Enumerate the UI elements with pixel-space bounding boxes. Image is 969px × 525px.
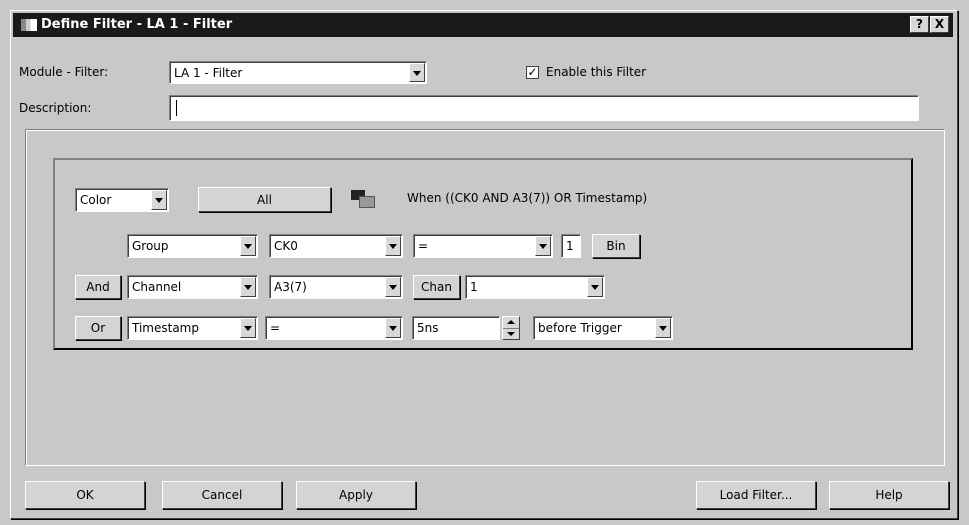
row3-relation-select[interactable]: before Trigger xyxy=(533,316,673,340)
row2-chan-label: Chan xyxy=(421,280,452,294)
module-filter-label: Module - Filter: xyxy=(19,65,109,79)
module-filter-select[interactable]: LA 1 - Filter xyxy=(169,61,427,84)
row2-chan-button[interactable]: Chan xyxy=(413,275,460,299)
row2-value: 1 xyxy=(470,280,478,294)
close-title-button[interactable]: X xyxy=(930,16,949,33)
row2-value-select[interactable]: 1 xyxy=(465,275,605,299)
chevron-down-icon[interactable] xyxy=(587,277,603,297)
text-caret xyxy=(176,100,177,116)
chevron-down-icon[interactable] xyxy=(409,63,425,82)
row3-operator-select[interactable]: = xyxy=(265,316,403,340)
chevron-down-icon[interactable] xyxy=(655,318,671,338)
description-label: Description: xyxy=(19,101,92,115)
cancel-button[interactable]: Cancel xyxy=(162,481,282,509)
row2-connector-label: And xyxy=(86,280,110,294)
chevron-down-icon[interactable] xyxy=(535,236,551,256)
mode-value: Color xyxy=(80,193,112,207)
description-input[interactable] xyxy=(169,95,919,121)
enable-filter-checkbox[interactable]: ✓ xyxy=(526,66,539,79)
row1-type-value: Group xyxy=(132,239,169,253)
spin-down-icon[interactable] xyxy=(507,332,515,336)
app-icon xyxy=(21,19,37,31)
chevron-down-icon[interactable] xyxy=(240,318,256,338)
load-filter-button[interactable]: Load Filter... xyxy=(696,481,816,509)
row2-signal-value: A3(7) xyxy=(274,280,307,294)
row1-radix-button[interactable]: Bin xyxy=(592,234,640,258)
row3-type-value: Timestamp xyxy=(132,321,199,335)
mode-select[interactable]: Color xyxy=(75,188,169,212)
filter-expression: When ((CK0 AND A3(7)) OR Timestamp) xyxy=(407,191,648,205)
row3-relation-value: before Trigger xyxy=(538,321,622,335)
title-bar[interactable]: Define Filter - LA 1 - Filter ? X xyxy=(13,13,953,37)
help-title-button[interactable]: ? xyxy=(910,16,929,33)
filter-definition-panel: Color All When ((CK0 AND A3(7)) OR Times… xyxy=(53,158,913,350)
row3-connector-label: Or xyxy=(90,321,106,335)
row2-and-button[interactable]: And xyxy=(75,275,121,299)
apply-button[interactable]: Apply xyxy=(296,481,416,509)
window-title: Define Filter - LA 1 - Filter xyxy=(41,17,233,32)
row2-type-select[interactable]: Channel xyxy=(127,275,258,299)
help-button[interactable]: Help xyxy=(829,481,949,509)
row1-operator-select[interactable]: = xyxy=(413,234,553,258)
row1-signal-select[interactable]: CK0 xyxy=(269,234,403,258)
define-filter-dialog: Define Filter - LA 1 - Filter ? X Module… xyxy=(10,10,958,519)
ok-label: OK xyxy=(76,488,94,502)
load-filter-label: Load Filter... xyxy=(719,488,793,502)
module-filter-value: LA 1 - Filter xyxy=(174,65,243,80)
help-label: Help xyxy=(875,488,903,502)
spin-divider xyxy=(503,328,519,329)
row2-type-value: Channel xyxy=(132,280,182,294)
chevron-down-icon[interactable] xyxy=(240,236,256,256)
row3-or-button[interactable]: Or xyxy=(75,316,121,340)
time-spinner[interactable] xyxy=(502,316,520,340)
row1-signal-value: CK0 xyxy=(274,239,298,253)
row1-radix-label: Bin xyxy=(606,239,626,253)
row1-operator-value: = xyxy=(418,239,429,253)
row3-type-select[interactable]: Timestamp xyxy=(127,316,258,340)
all-button-label: All xyxy=(257,192,272,207)
chevron-down-icon[interactable] xyxy=(385,277,401,297)
enable-filter-label: Enable this Filter xyxy=(546,65,647,79)
row3-operator-value: = xyxy=(270,321,281,335)
spin-up-icon[interactable] xyxy=(507,320,515,324)
chevron-down-icon[interactable] xyxy=(385,236,401,256)
chevron-down-icon[interactable] xyxy=(385,318,401,338)
apply-label: Apply xyxy=(339,488,373,502)
row1-type-select[interactable]: Group xyxy=(127,234,258,258)
all-button[interactable]: All xyxy=(198,187,331,212)
ok-button[interactable]: OK xyxy=(25,481,145,509)
row2-signal-select[interactable]: A3(7) xyxy=(269,275,403,299)
chevron-down-icon[interactable] xyxy=(240,277,256,297)
chevron-down-icon[interactable] xyxy=(151,190,167,210)
row3-time-input[interactable]: 5ns xyxy=(412,316,500,340)
color-swatch-icon[interactable] xyxy=(351,190,377,208)
cancel-label: Cancel xyxy=(201,488,243,502)
row1-value-input[interactable]: 1 xyxy=(561,234,581,258)
